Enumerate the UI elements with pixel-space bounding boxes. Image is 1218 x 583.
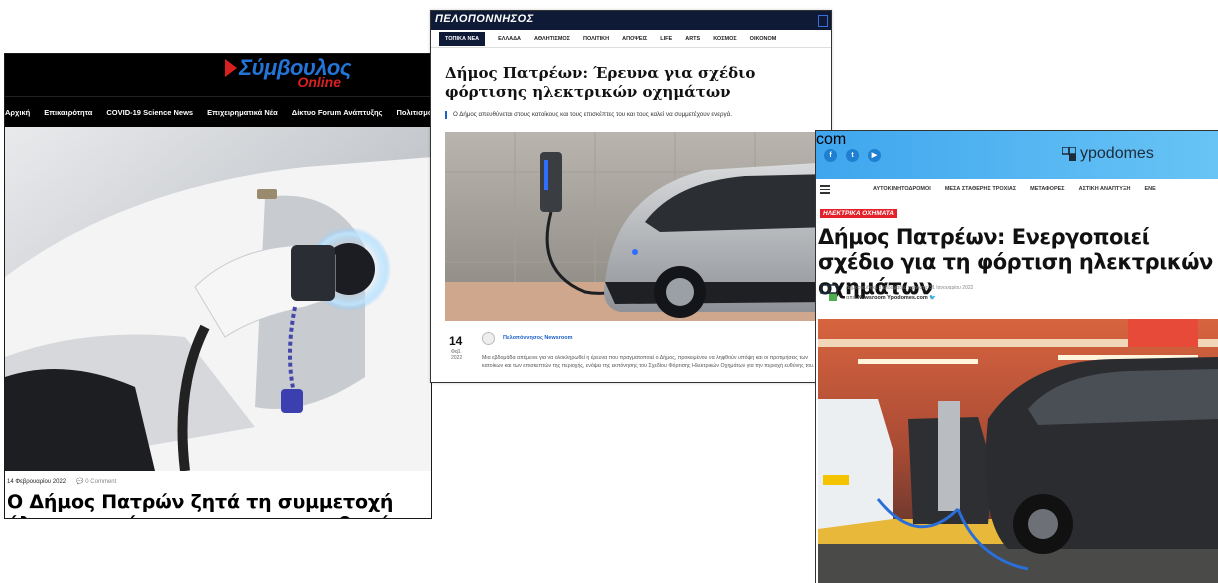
nav-item-politics[interactable]: ΠΟΛΙΤΙΚΗ [583,36,609,42]
date-month-year: Φεβ. 2022 [451,349,462,361]
nav-item-business[interactable]: Επιχειρηματικά Νέα [207,108,278,117]
nav-item-rail[interactable]: ΜΕΣΑ ΣΤΑΘΕΡΗΣ ΤΡΟΧΙΑΣ [945,186,1016,192]
nav-item-economy[interactable]: ΟΙΚΟΝΟΜ [750,36,777,42]
main-nav: Αρχική Επικαιρότητα COVID-19 Science New… [5,96,431,127]
logo-com: com [816,131,847,148]
nav-item-life[interactable]: LIFE [660,36,672,42]
author-name[interactable]: Newsroom Ypodomes.com [858,295,928,301]
site-header: Σύμβουλος Online [5,54,431,96]
author-avatar[interactable] [482,332,495,345]
facebook-icon[interactable]: f [824,149,837,162]
ypodomes-logo-icon [1062,147,1076,161]
site-header: f t ▶ ypodomes com [816,131,1218,179]
nav-item-culture[interactable]: Πολιτισμός [396,108,431,117]
nav-item-world[interactable]: ΚΟΣΜΟΣ [713,36,736,42]
twitter-icon[interactable]: t [846,149,859,162]
publish-info: Δημοσιεύθηκε 3 εβδομάδες πριν στις 31 Ια… [846,285,974,291]
main-nav: ΑΥΤΟΚΙΝΗΤΟΔΡΟΜΟΙ ΜΕΣΑ ΣΤΑΘΕΡΗΣ ΤΡΟΧΙΑΣ Μ… [816,179,1218,201]
article-lead: Ο Δήμος απευθύνεται στους κατοίκους και … [445,111,831,119]
nav-item-greece[interactable]: ΕΛΛΑΔΑ [498,36,521,42]
logo-text: ypodomes [1080,145,1154,162]
symvoulos-article-card: Σύμβουλος Online Αρχική Επικαιρότητα COV… [4,53,432,519]
nav-item-local[interactable]: ΤΟΠΙΚΑ ΝΕΑ [439,31,486,46]
by-prefix: από [846,295,857,301]
peloponnisos-article-card: ΠΕΛΟΠΟΝΝΗΣΟΣ ΤΟΠΙΚΑ ΝΕΑ ΕΛΛΑΔΑ ΑΘΛΗΤΙΣΜΟ… [430,10,832,383]
nav-item-arts[interactable]: ARTS [685,36,700,42]
author-name[interactable]: Πελοπόννησος Newsroom [503,335,572,341]
comment-count-label: 0 Comment [85,479,117,485]
article-title[interactable]: Δήμος Πατρέων: Έρευνα για σχέδιο φόρτιση… [445,64,825,102]
author-line: από Newsroom Ypodomes.com 🐦 [846,295,936,301]
author-avatar[interactable] [820,284,838,302]
nav-item-motorways[interactable]: ΑΥΤΟΚΙΝΗΤΟΔΡΟΜΟΙ [873,186,931,192]
date-year: 2022 [451,355,463,361]
nav-item-news[interactable]: Επικαιρότητα [44,108,92,117]
date-day: 14 [449,334,463,348]
publish-date: 14 Φεβρουαρίου 2022 [7,478,67,485]
logo-arrow-icon [225,59,238,77]
nav-item-urban[interactable]: ΑΣΤΙΚΗ ΑΝΑΠΤΥΞΗ [1079,186,1131,192]
category-tag[interactable]: ΗΛΕΚΤΡΙΚΑ ΟΧΗΜΑΤΑ [820,209,897,218]
youtube-icon[interactable]: ▶ [868,149,881,162]
logo-subtext: Online [297,74,341,90]
ev-charger-plug-photo [5,127,431,471]
article-body: Μια εβδομάδα απέμεινε για να ολοκληρωθεί… [482,355,815,369]
site-logo[interactable]: Σύμβουλος Online [225,55,351,90]
nav-item-covid[interactable]: COVID-19 Science News [106,108,193,117]
nav-item-energy[interactable]: ΕΝΕ [1144,186,1155,192]
ev-bmw-charging-photo [445,132,831,321]
site-logo[interactable]: ΠΕΛΟΠΟΝΝΗΣΟΣ [435,13,534,25]
article-meta: 14 Φεβρουαρίου 2022 💬 0 Comment [7,478,116,486]
main-nav: ΤΟΠΙΚΑ ΝΕΑ ΕΛΛΑΔΑ ΑΘΛΗΤΙΣΜΟΣ ΠΟΛΙΤΙΚΗ ΑΠ… [431,30,831,48]
parking-ev-charging-photo [818,319,1218,583]
site-header: ΠΕΛΟΠΟΝΝΗΣΟΣ [431,11,831,30]
twitter-icon[interactable]: 🐦 [929,295,936,301]
hamburger-menu-icon[interactable] [820,183,830,196]
header-box-icon [818,15,828,27]
comment-count[interactable]: 💬 0 Comment [76,478,116,485]
nav-item-home[interactable]: Αρχική [5,108,30,117]
site-logo[interactable]: ypodomes [1062,145,1154,163]
nav-item-opinions[interactable]: ΑΠΟΨΕΙΣ [622,36,647,42]
nav-item-sports[interactable]: ΑΘΛΗΤΙΣΜΟΣ [534,36,570,42]
nav-item-transport[interactable]: ΜΕΤΑΦΟΡΕΣ [1030,186,1064,192]
article-title[interactable]: Ο Δήμος Πατρών ζητά τη συμμετοχή όλων στ… [7,491,427,518]
comment-icon: 💬 [76,479,84,485]
ypodomes-article-card: f t ▶ ypodomes com ΑΥΤΟΚΙΝΗΤΟΔΡΟΜΟΙ ΜΕΣΑ… [815,130,1218,583]
nav-item-forum[interactable]: Δίκτυο Forum Ανάπτυξης [292,108,383,117]
